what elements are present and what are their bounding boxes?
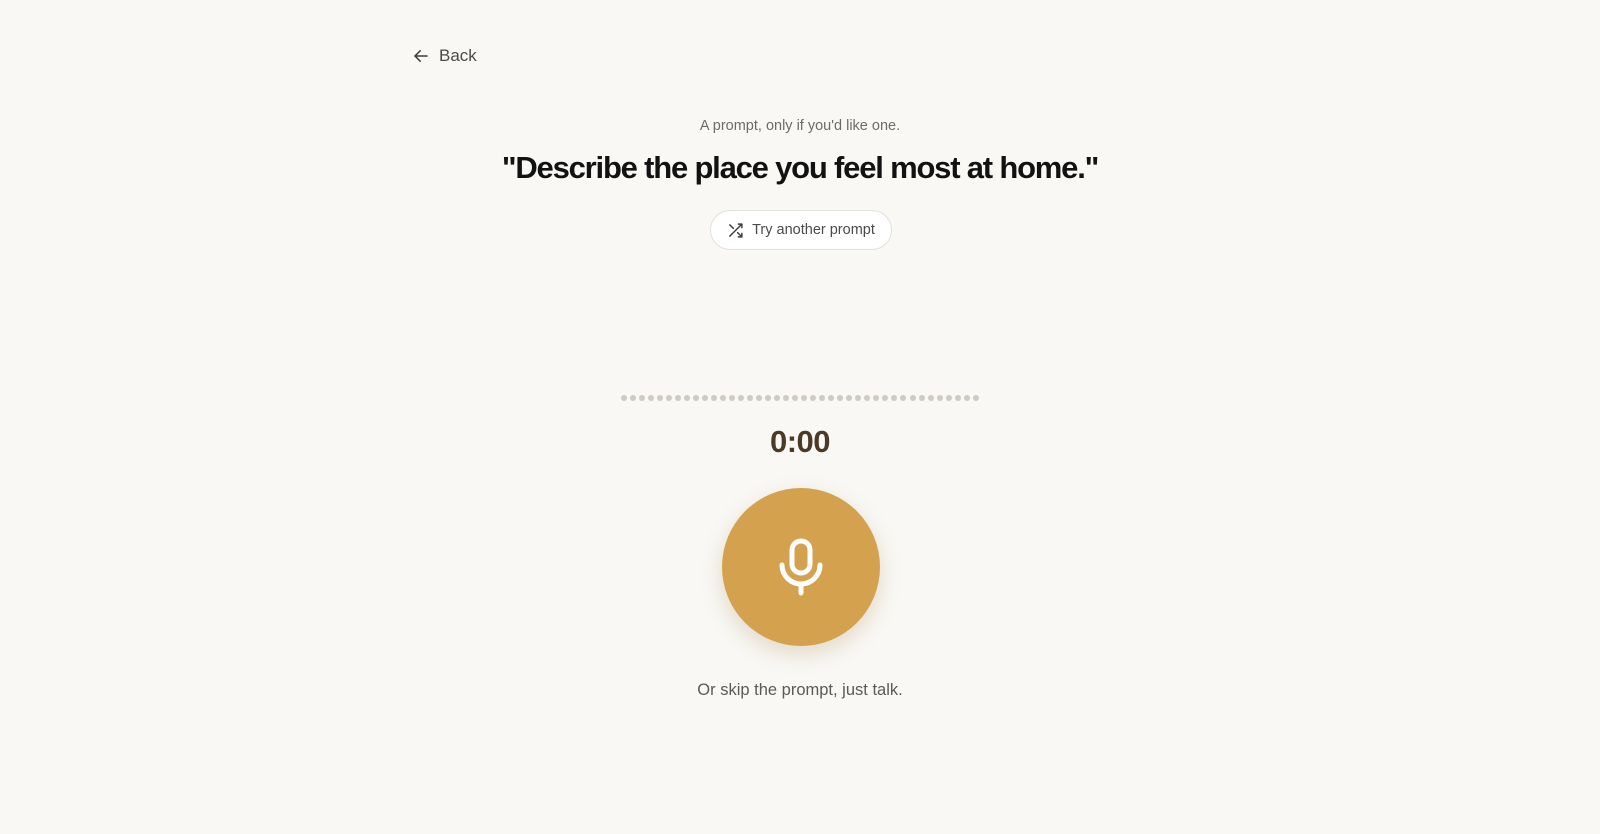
waveform-dot bbox=[684, 395, 691, 401]
arrow-left-icon bbox=[412, 47, 430, 65]
waveform-dot bbox=[810, 395, 817, 401]
waveform-dot bbox=[864, 395, 871, 401]
waveform-dot bbox=[855, 395, 862, 401]
waveform-dot bbox=[774, 395, 781, 401]
shuffle-icon bbox=[727, 222, 744, 239]
audio-waveform bbox=[621, 394, 979, 402]
waveform-dot bbox=[900, 395, 907, 401]
waveform-dot bbox=[846, 395, 853, 401]
waveform-dot bbox=[720, 395, 727, 401]
waveform-dot bbox=[756, 395, 763, 401]
record-button[interactable] bbox=[722, 488, 880, 646]
waveform-dot bbox=[711, 395, 718, 401]
waveform-dot bbox=[666, 395, 673, 401]
waveform-dot bbox=[747, 395, 754, 401]
waveform-dot bbox=[927, 395, 934, 401]
waveform-dot bbox=[738, 395, 745, 401]
waveform-dot bbox=[729, 395, 736, 401]
waveform-dot bbox=[792, 395, 799, 401]
waveform-dot bbox=[675, 395, 682, 401]
waveform-dot bbox=[801, 395, 808, 401]
waveform-dot bbox=[783, 395, 790, 401]
skip-prompt-hint: Or skip the prompt, just talk. bbox=[697, 681, 903, 699]
microphone-icon bbox=[778, 538, 824, 596]
waveform-dot bbox=[945, 395, 952, 401]
waveform-dot bbox=[621, 395, 627, 401]
waveform-dot bbox=[765, 395, 772, 401]
waveform-dot bbox=[936, 395, 943, 401]
waveform-dot bbox=[693, 395, 700, 401]
prompt-text: "Describe the place you feel most at hom… bbox=[501, 150, 1099, 185]
waveform-dot bbox=[630, 395, 637, 401]
waveform-dot bbox=[882, 395, 889, 401]
waveform-dot bbox=[963, 395, 970, 401]
waveform-dot bbox=[648, 395, 655, 401]
waveform-dot bbox=[819, 395, 826, 401]
waveform-dot bbox=[909, 395, 916, 401]
try-another-prompt-label: Try another prompt bbox=[752, 222, 875, 238]
waveform-dot bbox=[972, 395, 979, 401]
back-link[interactable]: Back bbox=[412, 44, 477, 68]
waveform-dot bbox=[828, 395, 835, 401]
waveform-dot bbox=[873, 395, 880, 401]
waveform-dot bbox=[657, 395, 664, 401]
waveform-dot bbox=[837, 395, 844, 401]
waveform-dot bbox=[954, 395, 961, 401]
waveform-dot bbox=[891, 395, 898, 401]
waveform-dot bbox=[702, 395, 709, 401]
waveform-dot bbox=[918, 395, 925, 401]
waveform-dot bbox=[639, 395, 646, 401]
recording-timer: 0:00 bbox=[769, 424, 831, 459]
back-label: Back bbox=[439, 46, 477, 65]
prompt-caption: A prompt, only if you'd like one. bbox=[699, 118, 901, 134]
try-another-prompt-button[interactable]: Try another prompt bbox=[710, 210, 892, 250]
